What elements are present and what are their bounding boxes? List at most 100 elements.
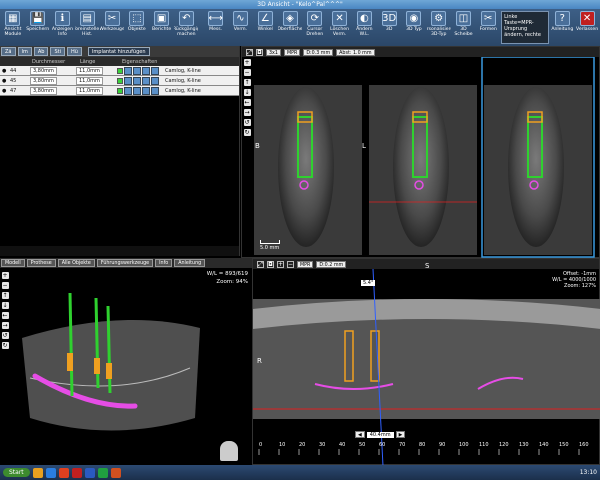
sagittal-tool-0[interactable]: 3x1 [266,48,281,56]
length-field[interactable]: 11,0mm [76,66,103,75]
sagittal-pane-2[interactable] [481,57,595,258]
head-orientation-icon[interactable] [220,441,238,461]
start-button[interactable]: Start [3,468,30,477]
implant-tab-3[interactable]: Sti [50,47,65,56]
sagittal-tool-2[interactable]: D:0.3 mm [303,48,334,56]
toolbar-button-0[interactable]: ▦ Ansicht Module [1,11,25,44]
acrobat-icon[interactable] [71,467,82,478]
panoramic-image[interactable]: 0 10 20 30 40 50 60 70 80 90 100 110 120 130 140 150 160 [253,269,600,466]
sagittal-pane-1[interactable] [369,85,477,255]
eye-icon[interactable] [124,76,132,85]
lock-icon[interactable] [133,76,141,85]
toolbar-button-6[interactable]: ▣ Berichte [150,11,174,44]
add-implant-button[interactable]: Implantat hinzufügen [87,47,150,56]
sagittal-views: ⤢ ◘ 3x1 MPR D:0.3 mm Abst: 1.0 mm + − ↑ ↓ ←… [241,46,600,258]
camera-icon[interactable]: ◘ [267,260,274,268]
sagittal-right-label: L [362,142,366,150]
toolbar-button-5[interactable]: ⬚ Objekte [125,11,149,44]
model-tab-1[interactable]: Prothese [26,259,56,267]
toolbar-button-15[interactable]: 3D 3D [377,11,401,44]
pano-next-button[interactable]: ▶ [395,431,406,438]
toolbar-button-1[interactable]: 💾 Speichern [26,11,50,44]
help-icon: ? [554,11,570,26]
person-icon[interactable] [142,76,150,85]
toolbar-button-12[interactable]: ⟳ Cursor Drehen [303,11,327,44]
zoom-in-icon[interactable]: + [277,260,284,268]
color-swatch[interactable] [117,87,123,94]
sagittal-image[interactable] [242,57,600,259]
header-properties: Eigenschaften [122,58,158,65]
color-swatch[interactable] [117,67,123,74]
visibility-dot[interactable]: ● [0,78,8,84]
lock-icon[interactable] [133,86,141,95]
word-icon[interactable] [84,467,95,478]
diameter-field[interactable]: 3,80mm [30,86,57,95]
implant-row[interactable]: ● 45 3,80mm 11,0mm Camlog, K-line [0,76,239,86]
implant-row[interactable]: ● 44 3,80mm 11,0mm Camlog, K-line [0,66,239,76]
camera-icon[interactable]: ◘ [256,48,263,56]
excel-icon[interactable] [97,467,108,478]
zoom-icon[interactable]: ⤢ [246,48,253,56]
implant-tab-0[interactable]: Zä [1,47,16,56]
sagittal-tool-3[interactable]: Abst: 1.0 mm [336,48,375,56]
powerpoint-icon[interactable] [110,467,121,478]
pano-prev-button[interactable]: ◀ [355,431,365,438]
sagittal-toolbar: ⤢ ◘ 3x1 MPR D:0.3 mm Abst: 1.0 mm [242,47,599,57]
implant-row[interactable]: ● 47 3,80mm 11,0mm Camlog, K-line [0,86,239,96]
length-field[interactable]: 11,0mm [76,86,103,95]
color-swatch[interactable] [117,77,123,84]
toolbar-button-11[interactable]: ◈ Oberfläche [278,11,302,44]
zoom-out-icon[interactable]: − [287,260,294,268]
toolbar-button-7[interactable]: ↶Rückgängig machen [174,11,198,44]
ie-icon[interactable] [45,467,56,478]
toolbar-button-16[interactable]: ◉ 3D Typ [402,11,426,44]
toolbar-button-8[interactable]: ⟷ Mess. [204,11,228,44]
delete-icon[interactable] [151,76,159,85]
diameter-field[interactable]: 3,80mm [30,66,57,75]
help-button[interactable]: ? Anleitung [550,11,574,44]
eye-icon[interactable] [124,66,132,75]
implant-tab-2[interactable]: Ab [33,47,49,56]
ruler-label: 80 [419,442,425,448]
pano-tool-0[interactable]: MPR [297,260,314,268]
delete-icon[interactable] [151,86,159,95]
visibility-dot[interactable]: ● [0,88,8,94]
toolbar-button-label: Cursor Drehen [306,27,324,37]
toolbar-button-3[interactable]: ▤Voreinstellen Hist. [75,11,99,44]
pano-tool-1[interactable]: D:0.2 mm [316,260,347,268]
explorer-icon[interactable] [32,467,43,478]
toolbar-button-19[interactable]: ✂ Formen [476,11,500,44]
lock-icon[interactable] [133,66,141,75]
model-3d-image[interactable] [0,268,252,465]
sagittal-pane-0[interactable] [254,85,362,255]
toolbar-button-17[interactable]: ⚙Personalisieren 3D-Typ [427,11,451,44]
model-tab-3[interactable]: Führungswerkzeuge [96,259,154,267]
person-icon[interactable] [142,66,150,75]
zoom-icon[interactable]: ⤢ [257,260,264,268]
eye-icon[interactable] [124,86,132,95]
exit-button[interactable]: ✕ Verlassen [575,11,599,44]
pano-position: 40.4mm [366,431,394,438]
implant-tab-1[interactable]: Im [17,47,32,56]
toolbar-button-2[interactable]: ℹ Anzeigen Info [51,11,75,44]
toolbar-button-10[interactable]: ∠ Winkel [253,11,277,44]
toolbar-button-14[interactable]: ◐ Ändern W.L. [352,11,376,44]
model-tab-0[interactable]: Modell [1,259,25,267]
contrast-icon: ◐ [356,11,372,26]
firefox-icon[interactable] [58,467,69,478]
sagittal-tool-1[interactable]: MPR [283,48,301,56]
model-tab-4[interactable]: Info [155,259,173,267]
implant-brand: Camlog, K-line [165,87,201,94]
person-icon[interactable] [142,86,150,95]
model-tab-2[interactable]: Alle Objekte [57,259,95,267]
diameter-field[interactable]: 3,80mm [30,76,57,85]
toolbar-button-18[interactable]: ◫ 3D Scheibe [452,11,476,44]
model-tab-5[interactable]: Anleitung [174,259,206,267]
toolbar-button-9[interactable]: ∿ Verm. [229,11,253,44]
toolbar-button-4[interactable]: ✂ Werkzeuge [100,11,124,44]
visibility-dot[interactable]: ● [0,68,8,74]
delete-icon[interactable] [151,66,159,75]
length-field[interactable]: 11,0mm [76,76,103,85]
toolbar-button-13[interactable]: ✕ Löschen Verm. [328,11,352,44]
implant-tab-4[interactable]: Hü [67,47,82,56]
